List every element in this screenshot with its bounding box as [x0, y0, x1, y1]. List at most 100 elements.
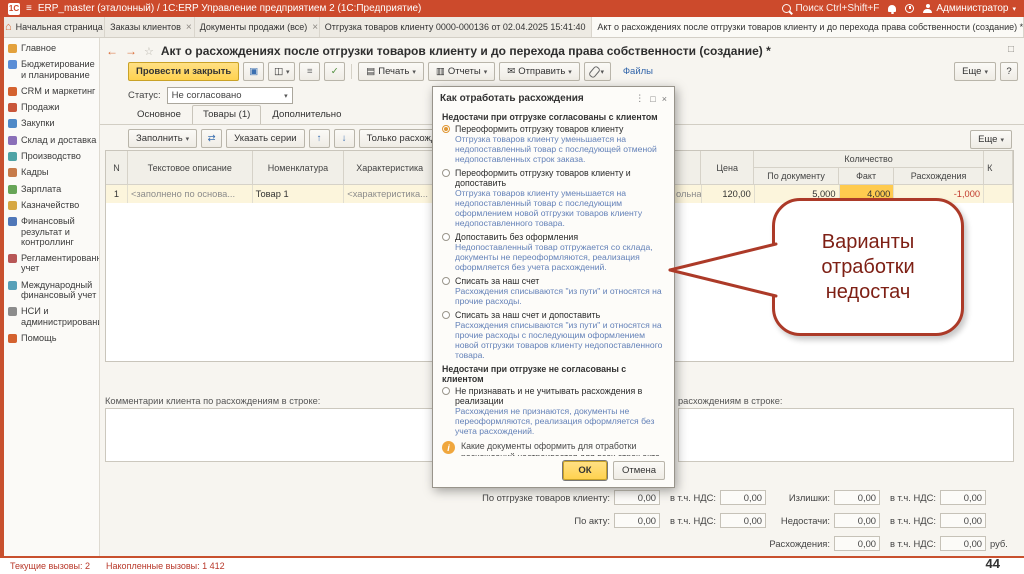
radio-icon[interactable] — [442, 311, 450, 319]
fill-button[interactable]: Заполнить▾ — [128, 129, 197, 148]
sidebar-item-treasury[interactable]: Казначейство — [4, 197, 99, 213]
cell-clipped[interactable] — [984, 185, 1013, 203]
history-icon[interactable] — [905, 4, 914, 13]
ship-amount-field[interactable]: 0,00 — [614, 490, 660, 505]
option-redeliver-without-docs[interactable]: Допоставить без оформления — [442, 232, 665, 242]
cell-n[interactable]: 1 — [106, 185, 128, 203]
send-button[interactable]: ✉Отправить▾ — [499, 62, 580, 81]
act-amount-field[interactable]: 0,00 — [614, 513, 660, 528]
sidebar-item-payroll[interactable]: Зарплата — [4, 181, 99, 197]
radio-icon[interactable] — [442, 233, 450, 241]
tab-home[interactable]: ⌂ Начальная страница — [0, 17, 105, 37]
print-button[interactable]: ▤Печать▾ — [358, 62, 424, 81]
status-select[interactable]: Не согласовано ▾ — [167, 87, 293, 104]
sidebar-item-sales[interactable]: Продажи — [4, 99, 99, 115]
check-fill-button[interactable]: ✓ — [324, 62, 345, 81]
close-icon[interactable]: × — [312, 22, 318, 33]
attachments-button[interactable]: ▾ — [584, 62, 611, 81]
sidebar-item-masterdata[interactable]: НСИ и администрирование — [4, 303, 99, 330]
tab-additional[interactable]: Дополнительно — [261, 105, 352, 124]
tab-discrepancy-act[interactable]: Акт о расхождениях после отгрузки товаро… — [592, 17, 1024, 37]
option-do-not-recognize[interactable]: Не признавать и не учитывать расхождения… — [442, 386, 665, 406]
option-write-off[interactable]: Списать за наш счет — [442, 276, 665, 286]
option-description: Расхождения списываются "из пути" и отно… — [455, 287, 665, 307]
app-titlebar: 1С ≡ ERP_master (эталонный) / 1С:ERP Упр… — [0, 0, 1024, 17]
option-write-off-and-redeliver[interactable]: Списать за наш счет и допоставить — [442, 310, 665, 320]
sidebar-item-warehouse[interactable]: Склад и доставка — [4, 132, 99, 148]
forward-arrow-icon[interactable]: → — [125, 45, 137, 57]
treasury-icon — [8, 201, 17, 210]
callout-pointer — [664, 238, 778, 302]
radio-selected-icon[interactable] — [442, 125, 450, 133]
user-menu[interactable]: Администратор ▾ — [923, 3, 1016, 14]
document-title: Акт о расхождениях после отгрузки товаро… — [161, 44, 771, 58]
create-based-on-button[interactable]: ◫▾ — [268, 62, 295, 81]
move-up-button[interactable]: ↑ — [309, 129, 330, 148]
swap-button[interactable]: ⇄ — [201, 129, 222, 148]
move-down-button[interactable]: ↓ — [334, 129, 355, 148]
table-more-button[interactable]: Еще▾ — [970, 130, 1012, 149]
sidebar-item-help[interactable]: Помощь — [4, 330, 99, 346]
act-vat-field[interactable]: 0,00 — [720, 513, 766, 528]
comment-box[interactable] — [678, 408, 1014, 462]
cancel-button[interactable]: Отмена — [613, 461, 665, 480]
option-reissue-shipment[interactable]: Переоформить отгрузку товаров клиенту — [442, 124, 665, 134]
dialog-menu-icon[interactable]: ⋮ — [635, 93, 644, 104]
cell-characteristic[interactable]: <характеристика... — [344, 185, 436, 203]
post-and-close-button[interactable]: Провести и закрыть — [128, 62, 239, 81]
tab-customer-orders[interactable]: Заказы клиентов × — [105, 17, 195, 37]
cell-nomenclature[interactable]: Товар 1 — [253, 185, 345, 203]
more-label: Еще — [962, 66, 981, 77]
specify-series-button[interactable]: Указать серии — [226, 129, 304, 148]
sidebar-item-purchases[interactable]: Закупки — [4, 115, 99, 131]
sidebar-item-budgeting[interactable]: Бюджетирование и планирование — [4, 56, 99, 83]
chevron-down-icon: ▾ — [984, 68, 988, 76]
arrow-up-icon: ↑ — [317, 133, 322, 144]
ship-vat-field[interactable]: 0,00 — [720, 490, 766, 505]
option-reissue-and-redeliver[interactable]: Переоформить отгрузку товаров клиенту и … — [442, 168, 665, 188]
files-button[interactable]: Файлы — [615, 62, 661, 81]
tab-sales-documents[interactable]: Документы продажи (все) × — [195, 17, 320, 37]
dialog-close-icon[interactable]: × — [662, 94, 667, 104]
tab-main[interactable]: Основное — [126, 105, 192, 124]
surplus-field[interactable]: 0,00 — [834, 490, 880, 505]
info-icon: i — [442, 441, 455, 454]
main-menu-icon[interactable]: ≡ — [26, 3, 32, 14]
sidebar-item-hr[interactable]: Кадры — [4, 164, 99, 180]
sidebar-item-regulated[interactable]: Регламентированный учет — [4, 250, 99, 277]
notifications-bell-icon[interactable] — [888, 5, 896, 12]
dialog-maximize-icon[interactable]: □ — [650, 94, 655, 104]
sidebar-item-ifrs[interactable]: Международный финансовый учет — [4, 277, 99, 304]
close-icon[interactable]: × — [186, 22, 192, 33]
more-button[interactable]: Еще▾ — [954, 62, 996, 81]
global-search[interactable]: Поиск Ctrl+Shift+F — [782, 3, 879, 14]
col-header-text: Текстовое описание — [128, 151, 253, 185]
shortage-field[interactable]: 0,00 — [834, 513, 880, 528]
cell-text[interactable]: <заполнено по основа... — [128, 185, 253, 203]
open-in-window-icon[interactable]: □ — [1008, 44, 1014, 55]
radio-icon[interactable] — [442, 169, 450, 177]
tab-goods-shipment[interactable]: Отгрузка товаров клиенту 0000-000136 от … — [320, 17, 593, 37]
sidebar-item-main[interactable]: Главное — [4, 40, 99, 56]
help-button[interactable]: ? — [1000, 62, 1018, 81]
radio-icon[interactable] — [442, 387, 450, 395]
sidebar-item-production[interactable]: Производство — [4, 148, 99, 164]
favorite-star-icon[interactable]: ☆ — [144, 45, 154, 58]
surplus-vat-field[interactable]: 0,00 — [940, 490, 986, 505]
sidebar-item-crm[interactable]: CRM и маркетинг — [4, 83, 99, 99]
back-arrow-icon[interactable]: ← — [106, 45, 118, 57]
shortage-vat-field[interactable]: 0,00 — [940, 513, 986, 528]
sidebar-item-finresult[interactable]: Финансовый результат и контроллинг — [4, 213, 99, 250]
reports-button[interactable]: ▥Отчеты▾ — [428, 62, 495, 81]
radio-icon[interactable] — [442, 277, 450, 285]
discrepancy-vat-field[interactable]: 0,00 — [940, 536, 986, 551]
cell-price[interactable]: 120,00 — [702, 185, 755, 203]
tab-goods[interactable]: Товары (1) — [192, 105, 261, 124]
save-button[interactable]: ▣ — [243, 62, 264, 81]
discrepancy-field[interactable]: 0,00 — [834, 536, 880, 551]
list-settings-button[interactable]: ≡ — [299, 62, 320, 81]
option-label: Переоформить отгрузку товаров клиенту и … — [455, 168, 665, 188]
send-label: Отправить — [518, 66, 565, 77]
window-tabbar: ⌂ Начальная страница Заказы клиентов × Д… — [0, 17, 1024, 38]
ok-button[interactable]: ОК — [563, 461, 607, 480]
